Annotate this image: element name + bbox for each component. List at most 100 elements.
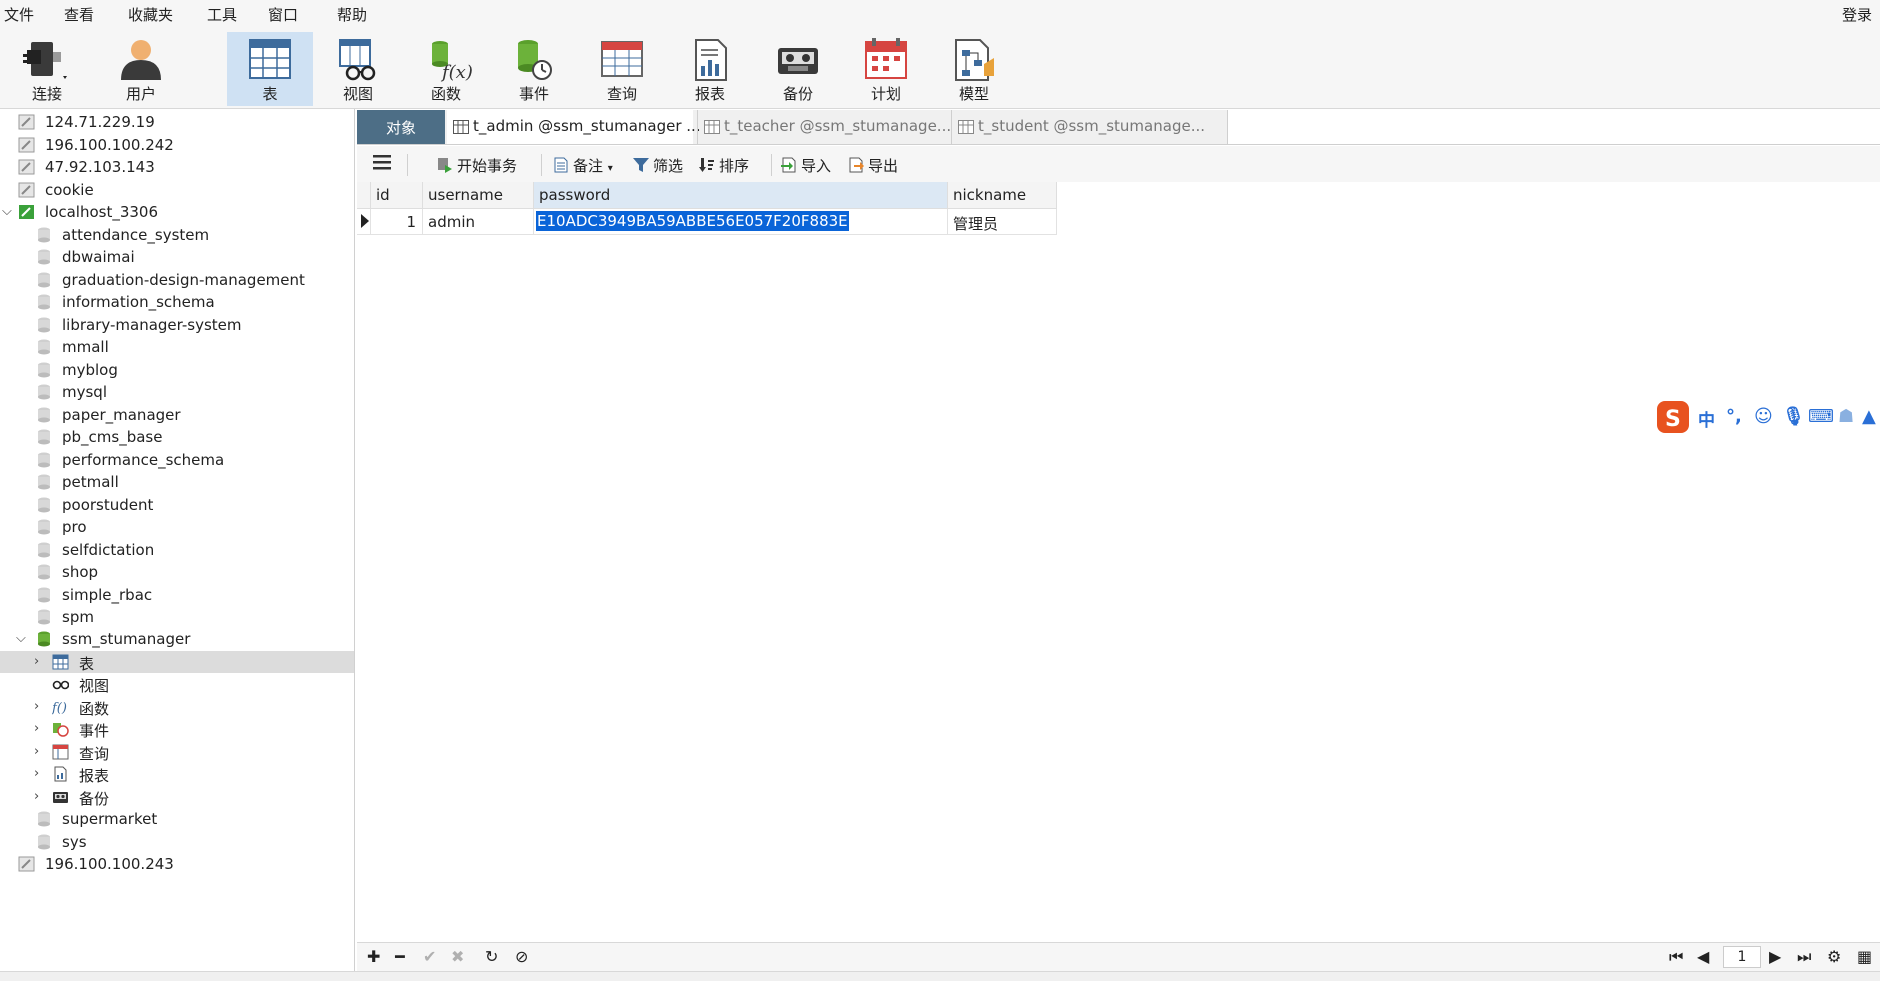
- filter-button[interactable]: 筛选: [633, 155, 683, 176]
- last-page-icon[interactable]: ⏭: [1797, 947, 1811, 967]
- tab-t-student[interactable]: t_student @ssm_stumanage...: [951, 110, 1227, 144]
- apply-changes-icon[interactable]: ✔: [423, 947, 436, 966]
- column-header-password[interactable]: password: [534, 182, 948, 209]
- chevron-right-icon[interactable]: ›: [34, 789, 39, 804]
- toolbar-table-button[interactable]: 表: [227, 32, 313, 106]
- tree-database[interactable]: mysql: [0, 381, 354, 403]
- tree-node-backups[interactable]: › 备份: [0, 786, 354, 808]
- menu-favorites[interactable]: 收藏夹: [128, 4, 173, 25]
- chevron-right-icon[interactable]: ›: [34, 699, 39, 714]
- sort-button[interactable]: 排序: [699, 155, 749, 176]
- chevron-down-icon[interactable]: ⌵: [2, 204, 12, 219]
- tree-database[interactable]: paper_manager: [0, 404, 354, 426]
- tree-node-functions[interactable]: › f() 函数: [0, 696, 354, 718]
- toolbar-schedule-button[interactable]: 计划: [843, 32, 929, 106]
- settings-gear-icon[interactable]: ⚙: [1827, 947, 1841, 966]
- prev-page-icon[interactable]: ◀: [1697, 947, 1709, 966]
- tree-database[interactable]: spm: [0, 606, 354, 628]
- column-header-id[interactable]: id: [371, 182, 423, 209]
- tree-node-events[interactable]: › 事件: [0, 718, 354, 740]
- next-page-icon[interactable]: ▶: [1769, 947, 1781, 966]
- tree-connection[interactable]: 47.92.103.143: [0, 156, 354, 178]
- tab-objects[interactable]: 对象: [357, 110, 445, 144]
- row-indicator[interactable]: [357, 209, 371, 235]
- toolbar-function-button[interactable]: f(x) 函数: [403, 32, 489, 106]
- tree-database[interactable]: sys: [0, 831, 354, 853]
- page-number-input[interactable]: 1: [1723, 946, 1761, 968]
- discard-changes-icon[interactable]: ✖: [451, 947, 464, 966]
- tree-node-reports[interactable]: › 报表: [0, 763, 354, 785]
- tree-database[interactable]: library-manager-system: [0, 314, 354, 336]
- tree-connection[interactable]: 196.100.100.242: [0, 134, 354, 156]
- menu-window[interactable]: 窗口: [268, 4, 298, 25]
- tree-connection[interactable]: 124.71.229.19: [0, 111, 354, 133]
- chevron-down-icon[interactable]: ⌵: [16, 631, 26, 646]
- menu-file[interactable]: 文件: [4, 4, 34, 25]
- ime-chinese-mode-icon[interactable]: 中: [1698, 406, 1715, 431]
- delete-row-icon[interactable]: ━: [395, 947, 405, 966]
- ime-user-icon[interactable]: ☗: [1838, 406, 1854, 427]
- tree-database[interactable]: dbwaimai: [0, 246, 354, 268]
- tab-t-teacher[interactable]: t_teacher @ssm_stumanage...: [697, 110, 951, 144]
- tree-database[interactable]: poorstudent: [0, 494, 354, 516]
- cell-nickname[interactable]: 管理员: [948, 209, 1057, 235]
- ime-toolbar[interactable]: S 中 °, ☺ 🎙 ⌨ ☗ ▲: [1656, 400, 1880, 434]
- cell-id[interactable]: 1: [371, 209, 423, 235]
- cell-username[interactable]: admin: [423, 209, 534, 235]
- tree-database[interactable]: performance_schema: [0, 449, 354, 471]
- tree-database-open[interactable]: ⌵ ssm_stumanager: [0, 628, 354, 650]
- tree-database[interactable]: shop: [0, 561, 354, 583]
- hamburger-menu-icon[interactable]: [373, 153, 391, 175]
- cell-password[interactable]: E10ADC3949BA59ABBE56E057F20F883E: [534, 209, 948, 235]
- tree-database[interactable]: petmall: [0, 471, 354, 493]
- refresh-icon[interactable]: ↻: [485, 947, 498, 966]
- toolbar-model-button[interactable]: 模型: [931, 32, 1017, 106]
- column-header-username[interactable]: username: [423, 182, 534, 209]
- ime-microphone-icon[interactable]: 🎙: [1782, 406, 1805, 427]
- note-button[interactable]: 备注 ▾: [553, 155, 613, 176]
- tree-connection-localhost[interactable]: ⌵ localhost_3306: [0, 201, 354, 223]
- tree-database[interactable]: myblog: [0, 359, 354, 381]
- toolbar-view-button[interactable]: 视图: [315, 32, 401, 106]
- toolbar-backup-button[interactable]: 备份: [755, 32, 841, 106]
- grid-view-icon[interactable]: ▦: [1857, 947, 1872, 966]
- stop-icon[interactable]: ⊘: [515, 947, 528, 966]
- add-row-icon[interactable]: ✚: [367, 947, 380, 966]
- chevron-right-icon[interactable]: ›: [34, 744, 39, 759]
- tree-database[interactable]: supermarket: [0, 808, 354, 830]
- tree-database[interactable]: attendance_system: [0, 224, 354, 246]
- ime-keyboard-icon[interactable]: ⌨: [1808, 406, 1834, 427]
- tree-database[interactable]: information_schema: [0, 291, 354, 313]
- begin-transaction-button[interactable]: 开始事务: [437, 155, 517, 176]
- toolbar-connect-button[interactable]: 连接: [4, 32, 90, 106]
- menu-view[interactable]: 查看: [64, 4, 94, 25]
- menu-help[interactable]: 帮助: [337, 4, 367, 25]
- tree-database[interactable]: simple_rbac: [0, 584, 354, 606]
- tree-database[interactable]: mmall: [0, 336, 354, 358]
- tree-connection[interactable]: cookie: [0, 179, 354, 201]
- export-button[interactable]: 导出: [848, 155, 898, 176]
- tree-connection[interactable]: 196.100.100.243: [0, 853, 354, 875]
- tree-node-queries[interactable]: › 查询: [0, 741, 354, 763]
- column-header-nickname[interactable]: nickname: [948, 182, 1057, 209]
- tab-t-admin[interactable]: t_admin @ssm_stumanager ...: [447, 110, 701, 144]
- chevron-right-icon[interactable]: ›: [34, 766, 39, 781]
- toolbar-report-button[interactable]: 报表: [667, 32, 753, 106]
- tree-node-tables[interactable]: › 表: [0, 651, 354, 673]
- login-link[interactable]: 登录: [1842, 4, 1872, 25]
- tree-database[interactable]: selfdictation: [0, 539, 354, 561]
- ime-skin-icon[interactable]: ▲: [1862, 406, 1876, 427]
- menu-tools[interactable]: 工具: [207, 4, 237, 25]
- toolbar-event-button[interactable]: 事件: [491, 32, 577, 106]
- first-page-icon[interactable]: ⏮: [1669, 947, 1683, 967]
- chevron-right-icon[interactable]: ›: [34, 654, 39, 669]
- chevron-right-icon[interactable]: ›: [34, 721, 39, 736]
- toolbar-user-button[interactable]: 用户: [98, 32, 184, 106]
- tree-database[interactable]: graduation-design-management: [0, 269, 354, 291]
- tree-node-views[interactable]: 视图: [0, 673, 354, 695]
- import-button[interactable]: 导入: [781, 155, 831, 176]
- tree-database[interactable]: pro: [0, 516, 354, 538]
- ime-emoji-icon[interactable]: ☺: [1754, 406, 1773, 427]
- tree-database[interactable]: pb_cms_base: [0, 426, 354, 448]
- ime-punctuation-icon[interactable]: °,: [1726, 406, 1742, 427]
